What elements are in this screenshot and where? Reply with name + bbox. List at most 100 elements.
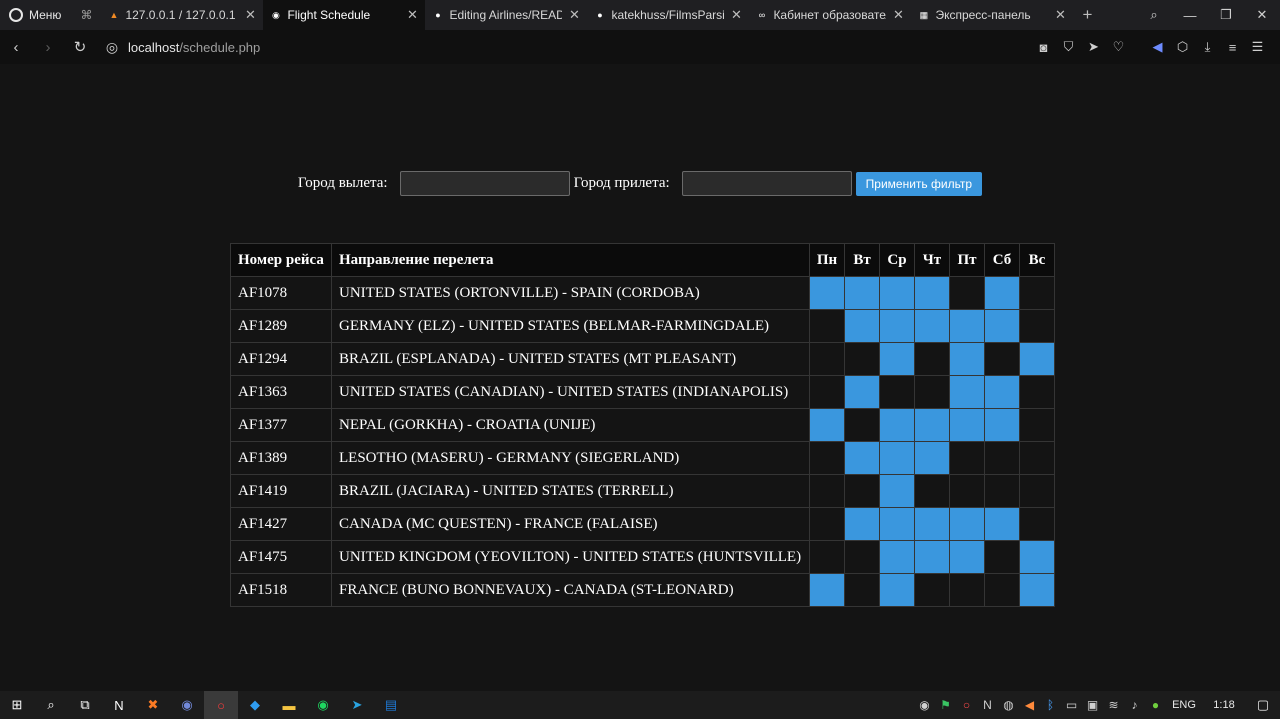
back-button[interactable]: ‹ — [0, 39, 32, 56]
heart-icon[interactable]: ♡ — [1106, 39, 1131, 55]
browser-tab[interactable]: ∞ Кабинет образователь ✕ — [749, 0, 911, 30]
volume-muted-icon[interactable]: ♪ — [1124, 698, 1145, 712]
notion-tray-icon[interactable]: N — [977, 698, 998, 712]
cube-icon[interactable]: ⬡ — [1170, 39, 1195, 55]
telegram-icon[interactable]: ➤ — [340, 691, 374, 719]
day-cell-empty — [1019, 441, 1055, 475]
xampp-icon[interactable]: ✖ — [136, 691, 170, 719]
settings-sliders-icon[interactable]: ≡ — [1220, 40, 1245, 55]
minimize-button[interactable]: — — [1172, 8, 1208, 23]
table-row: AF1427 CANADA (MC QUESTEN) - FRANCE (FALA… — [230, 507, 1055, 541]
new-tab-button[interactable]: + — [1073, 0, 1101, 30]
table-row: AF1518 FRANCE (BUNO BONNEVAUX) - CANADA (… — [230, 573, 1055, 607]
day-cell-active — [984, 408, 1020, 442]
day-cell-active — [879, 276, 915, 310]
day-cell-active — [914, 276, 950, 310]
vpn-icon[interactable]: ◍ — [998, 698, 1019, 712]
discord-icon[interactable]: ◉ — [170, 691, 204, 719]
url-field[interactable]: localhost/schedule.php — [128, 40, 260, 55]
language-indicator[interactable]: ENG — [1166, 699, 1202, 711]
header-direction: Направление перелета — [331, 243, 810, 277]
day-cell-active — [914, 408, 950, 442]
task-view-icon[interactable]: ⧉ — [68, 691, 102, 719]
speaker-app-icon[interactable]: ◀ — [1019, 698, 1040, 712]
file-explorer-icon[interactable]: ▬ — [272, 691, 306, 719]
direction-cell: FRANCE (BUNO BONNEVAUX) - CANADA (ST-LEO… — [331, 573, 810, 607]
close-tab-icon[interactable]: ✕ — [243, 7, 257, 23]
browser-tab[interactable]: ● katekhuss/FilmsParsing ✕ — [587, 0, 749, 30]
direction-cell: BRAZIL (ESPLANADA) - UNITED STATES (MT P… — [331, 342, 810, 376]
notion-icon[interactable]: N — [102, 691, 136, 719]
close-tab-icon[interactable]: ✕ — [405, 7, 419, 23]
browser-tab-strip: Меню ⌘ ▲ 127.0.0.1 / 127.0.0.1 / ✕ ◉ Flight … — [0, 0, 1280, 30]
bluetooth-icon[interactable]: ᛒ — [1040, 698, 1061, 712]
day-cell-empty — [1019, 408, 1055, 442]
send-icon[interactable]: ➤ — [1081, 39, 1106, 55]
day-cell-empty — [1019, 474, 1055, 508]
spotify-icon[interactable]: ◉ — [306, 691, 340, 719]
gamepad-icon[interactable]: ⌘ — [71, 0, 101, 30]
direction-cell: NEPAL (GORKHA) - CROATIA (UNIJE) — [331, 408, 810, 442]
forward-button[interactable]: › — [32, 39, 64, 56]
apply-filter-button[interactable]: Применить фильтр — [855, 171, 983, 196]
flight-number-cell: AF1289 — [230, 309, 332, 343]
close-tab-icon[interactable]: ✕ — [567, 7, 581, 23]
grid-icon: ▦ — [919, 9, 929, 20]
day-cell-active — [879, 573, 915, 607]
close-tab-icon[interactable]: ✕ — [891, 7, 905, 23]
discord-tray-icon[interactable]: ◉ — [914, 698, 935, 712]
camera-icon[interactable]: ◙ — [1031, 40, 1056, 55]
day-cell-active — [949, 375, 985, 409]
close-tab-icon[interactable]: ✕ — [1053, 7, 1067, 23]
close-tab-icon[interactable]: ✕ — [729, 7, 743, 23]
opera-icon[interactable]: ○ — [204, 691, 238, 719]
table-row: AF1377 NEPAL (GORKHA) - CROATIA (UNIJE) — [230, 408, 1055, 442]
outlook-icon[interactable]: ▤ — [374, 691, 408, 719]
opera-tray-icon[interactable]: ○ — [956, 698, 977, 712]
site-info-icon[interactable]: ◎ — [96, 39, 128, 56]
notifications-icon[interactable]: ▢ — [1246, 697, 1280, 713]
globe-icon: ◉ — [272, 9, 280, 20]
clock[interactable]: 1:18 — [1202, 699, 1246, 711]
shield-icon[interactable]: ⛉ — [1056, 39, 1081, 55]
browser-tab[interactable]: ▲ 127.0.0.1 / 127.0.0.1 / ✕ — [101, 0, 263, 30]
browser-tab[interactable]: ● Editing Airlines/READM ✕ — [425, 0, 587, 30]
day-cell-empty — [809, 540, 845, 574]
day-cell-active — [1019, 342, 1055, 376]
github-icon: ● — [435, 10, 441, 20]
day-cell-active — [879, 342, 915, 376]
arrival-city-input[interactable] — [681, 171, 852, 196]
search-tabs-icon[interactable]: ⌕ — [1136, 7, 1172, 23]
player-icon[interactable]: ◀ — [1145, 39, 1170, 55]
day-cell-empty — [984, 441, 1020, 475]
day-cell-empty — [809, 342, 845, 376]
display-icon[interactable]: ▣ — [1082, 698, 1103, 712]
battery-icon[interactable]: ▭ — [1061, 698, 1082, 712]
table-row: AF1289 GERMANY (ELZ) - UNITED STATES (BEL… — [230, 309, 1055, 343]
wifi-icon[interactable]: ≋ — [1103, 698, 1124, 712]
vscode-icon[interactable]: ◆ — [238, 691, 272, 719]
download-icon[interactable]: ⤓ — [1195, 39, 1220, 55]
utorrent-icon[interactable]: ● — [1145, 698, 1166, 712]
day-cell-empty — [914, 375, 950, 409]
day-cell-active — [809, 408, 845, 442]
filter-form: Город вылета: Город прилета: Применить ф… — [0, 171, 1280, 196]
browser-tab[interactable]: ◉ Flight Schedule ✕ — [263, 0, 426, 30]
header-day: Сб — [984, 243, 1020, 277]
flight-schedule-table: Номер рейса Направление перелета Пн Вт Ср Ч… — [230, 243, 1055, 607]
close-window-button[interactable]: ✕ — [1244, 7, 1280, 23]
flag-icon[interactable]: ⚑ — [935, 698, 956, 712]
restore-button[interactable]: ❐ — [1208, 7, 1244, 23]
day-cell-empty — [809, 441, 845, 475]
easy-setup-icon[interactable]: ☰ — [1245, 39, 1270, 55]
browser-tab[interactable]: ▦ Экспресс-панель ✕ — [911, 0, 1073, 30]
browser-menu-button[interactable]: Меню — [0, 0, 71, 30]
departure-city-input[interactable] — [399, 171, 570, 196]
direction-cell: UNITED STATES (ORTONVILLE) - SPAIN (CORD… — [331, 276, 810, 310]
menu-label: Меню — [29, 8, 62, 22]
windows-start-icon[interactable]: ⊞ — [0, 691, 34, 719]
reload-button[interactable]: ↻ — [64, 38, 96, 56]
day-cell-empty — [809, 375, 845, 409]
search-icon[interactable]: ⌕ — [34, 691, 68, 719]
day-cell-empty — [1019, 375, 1055, 409]
